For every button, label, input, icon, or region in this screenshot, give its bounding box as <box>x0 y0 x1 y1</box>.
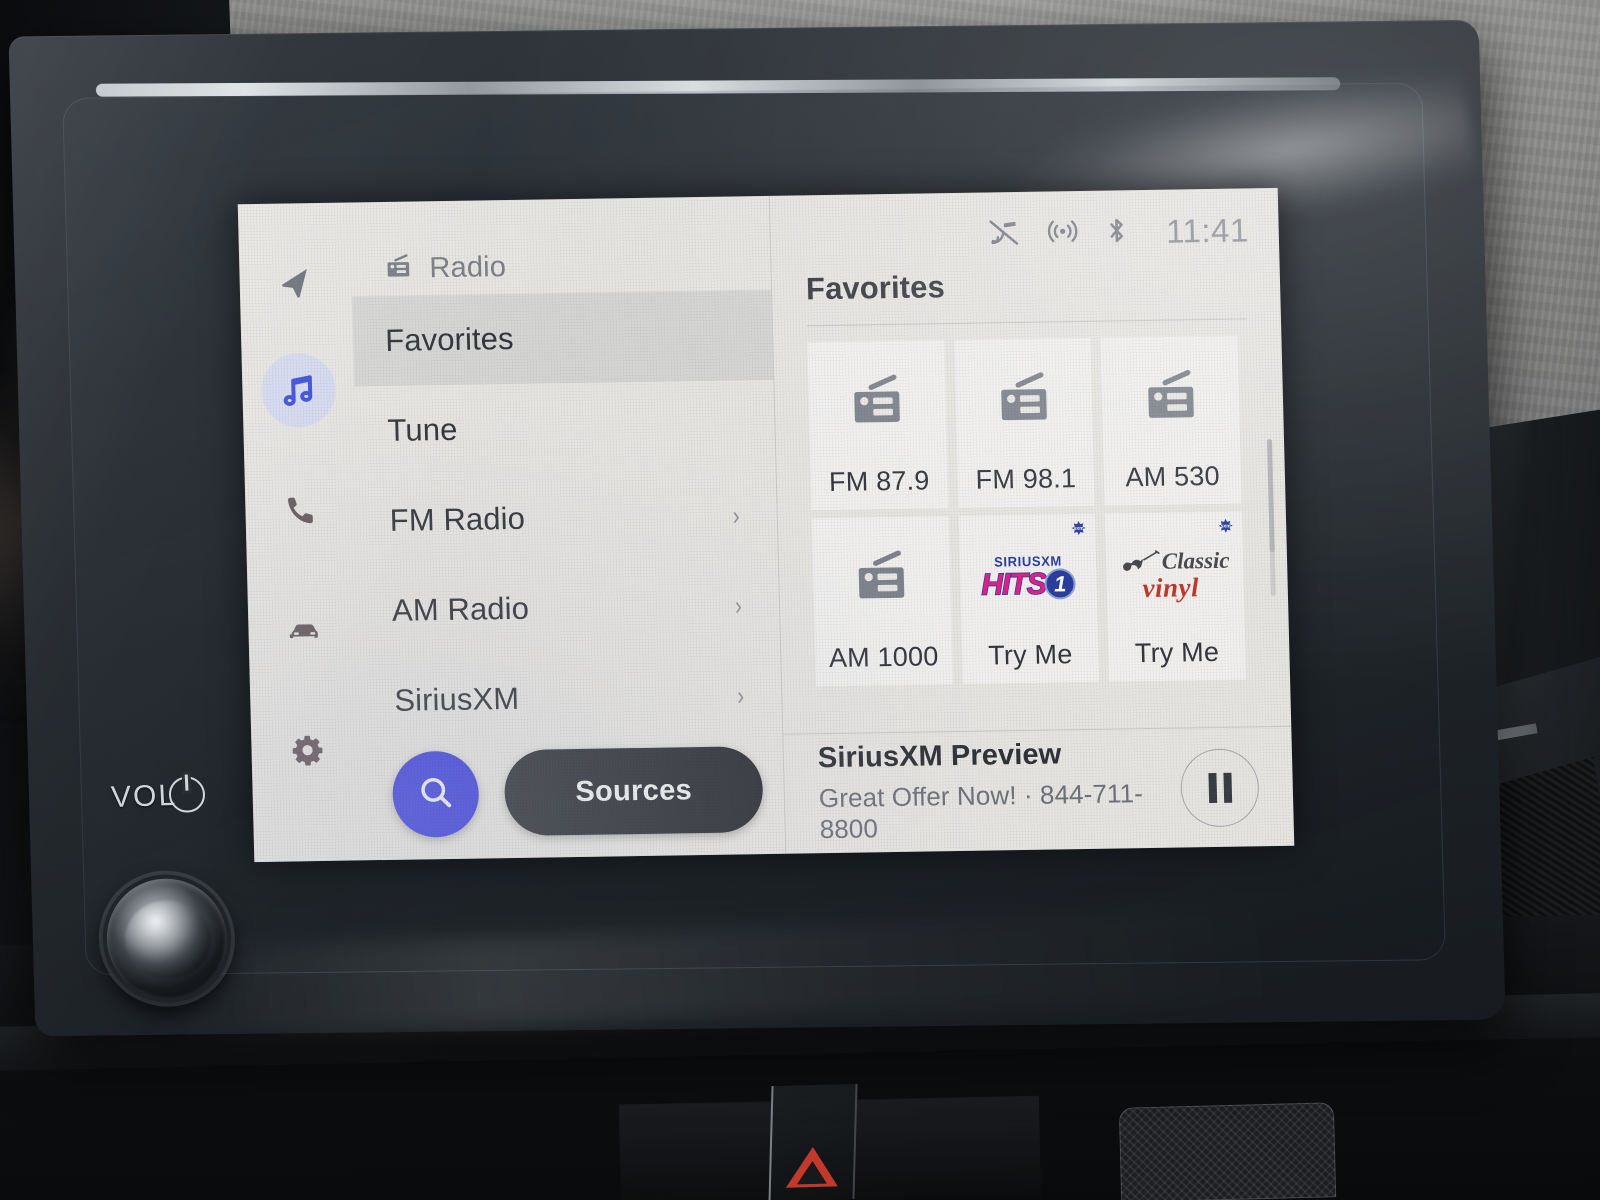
vinyl-wordmark: vinyl <box>1142 571 1200 603</box>
tile-artwork <box>1101 336 1241 463</box>
radio-menu-panel: Radio Favorites Tune FM Radio › AM Radio… <box>349 195 787 861</box>
sidebar-item-settings[interactable] <box>270 713 346 788</box>
now-playing-subtitle: Great Offer Now! · 844-711-8800 <box>818 778 1144 845</box>
tile-artwork <box>954 338 1094 465</box>
chevron-right-icon: › <box>732 499 741 531</box>
menu-item-label: Tune <box>387 411 458 448</box>
panel-header: Radio <box>350 196 771 295</box>
tile-label: FM 98.1 <box>975 463 1077 495</box>
favorite-tile[interactable]: FM 87.9 <box>807 340 949 511</box>
favorite-tile[interactable]: AM 1000 <box>811 516 953 687</box>
favorites-heading: Favorites <box>805 269 946 307</box>
now-playing-title: SiriusXM Preview <box>817 738 1062 775</box>
favorites-grid: FM 87.9 FM 98.1 AM 530 AM 1000 sxm SIRIU… <box>773 319 1291 734</box>
menu-item-label: FM Radio <box>389 500 526 538</box>
favorite-tile[interactable]: AM 530 <box>1100 335 1242 506</box>
search-icon <box>415 771 456 817</box>
sidebar-item-media[interactable] <box>260 352 337 428</box>
siriusxm-badge-icon: sxm <box>1069 520 1088 539</box>
tile-label: Try Me <box>1134 636 1220 669</box>
hazard-lights-button[interactable] <box>768 1083 858 1200</box>
music-note-icon <box>278 370 319 411</box>
menu-item-label: AM Radio <box>391 590 530 628</box>
sources-button[interactable]: Sources <box>503 746 764 837</box>
search-button[interactable] <box>391 750 480 838</box>
speaker-grille <box>1118 1102 1337 1200</box>
menu-item-favorites[interactable]: Favorites <box>352 289 774 387</box>
radio-icon <box>850 546 914 614</box>
car-icon <box>284 610 325 651</box>
menu-item-tune[interactable]: Tune <box>354 380 775 477</box>
siriusxm-badge-icon: sxm <box>1216 518 1235 537</box>
svg-text:sxm: sxm <box>1220 523 1231 529</box>
vol-label: VOL <box>110 778 178 814</box>
page-title: Radio <box>428 250 507 284</box>
status-bar: 11:41 <box>770 188 1280 270</box>
favorites-scrollbar-thumb[interactable] <box>1266 439 1275 553</box>
menu-item-label: SiriusXM <box>393 680 520 718</box>
sidebar-item-phone[interactable] <box>264 473 340 548</box>
tile-label: AM 1000 <box>828 641 939 674</box>
gear-icon <box>289 732 326 769</box>
radio-icon <box>383 251 414 286</box>
volume-control-group: VOL <box>110 775 206 815</box>
signal-waves-icon <box>1046 216 1081 252</box>
panel-actions: Sources <box>391 746 764 838</box>
pause-button[interactable] <box>1179 747 1260 827</box>
siriusxm-hits1-logo: SIRIUSXM HITS 1 <box>980 552 1077 602</box>
pause-icon-bar-left <box>1207 772 1217 803</box>
radio-icon <box>992 367 1056 435</box>
classic-wordmark: Classic <box>1161 547 1230 575</box>
favorite-tile[interactable]: sxm Classic vinyl Try Me <box>1105 511 1247 682</box>
guitar-icon <box>1120 549 1161 575</box>
radio-icon <box>1139 365 1203 433</box>
chevron-right-icon: › <box>734 589 743 620</box>
tile-label: FM 87.9 <box>828 465 930 498</box>
classic-vinyl-logo: Classic vinyl <box>1120 547 1231 603</box>
chevron-right-icon: › <box>737 679 745 710</box>
svg-text:sxm: sxm <box>1074 526 1085 532</box>
now-playing-text: SiriusXM Preview Great Offer Now! · 844-… <box>818 737 1165 845</box>
radio-menu-list: Favorites Tune FM Radio › AM Radio › Sir… <box>352 289 782 747</box>
app-rail <box>238 203 367 863</box>
now-playing-bar: SiriusXM Preview Great Offer Now! · 844-… <box>783 725 1295 854</box>
menu-item-siriusxm[interactable]: SiriusXM › <box>361 650 782 747</box>
hits-wordmark: HITS <box>980 566 1047 602</box>
favorites-panel: 11:41 Favorites FM 87.9 FM 98.1 AM 530 A… <box>770 188 1295 854</box>
menu-item-fm-radio[interactable]: FM Radio › <box>357 470 778 567</box>
hits-channel-number: 1 <box>1044 568 1077 600</box>
pause-icon-bar-right <box>1222 772 1232 803</box>
sidebar-item-vehicle[interactable] <box>267 593 343 668</box>
favorites-scrollbar[interactable] <box>1266 439 1276 597</box>
infotainment-screen: Radio Favorites Tune FM Radio › AM Radio… <box>237 187 1295 863</box>
bluetooth-icon <box>1104 215 1131 250</box>
clock: 11:41 <box>1165 211 1250 250</box>
favorite-tile[interactable]: sxm SIRIUSXM HITS 1 Try Me <box>958 513 1100 684</box>
tile-label: Try Me <box>987 639 1073 671</box>
tile-artwork <box>807 340 947 467</box>
menu-item-label: Favorites <box>384 320 515 358</box>
satellite-radio-off-icon <box>988 216 1023 252</box>
sources-button-label: Sources <box>574 773 693 808</box>
tile-label: AM 530 <box>1125 460 1221 493</box>
phone-icon <box>283 492 320 529</box>
tile-artwork <box>812 516 952 643</box>
sidebar-item-navigation[interactable] <box>258 247 334 322</box>
radio-icon <box>845 370 909 438</box>
menu-item-am-radio[interactable]: AM Radio › <box>359 560 780 657</box>
siriusxm-wordmark: SIRIUSXM <box>993 552 1063 570</box>
hazard-triangle-icon <box>785 1146 839 1188</box>
navigation-arrow-icon <box>277 266 314 303</box>
photo-scene: VOL Radio Favorites Tune FM Radio › AM R… <box>0 0 1600 1200</box>
favorite-tile[interactable]: FM 98.1 <box>954 337 1095 508</box>
